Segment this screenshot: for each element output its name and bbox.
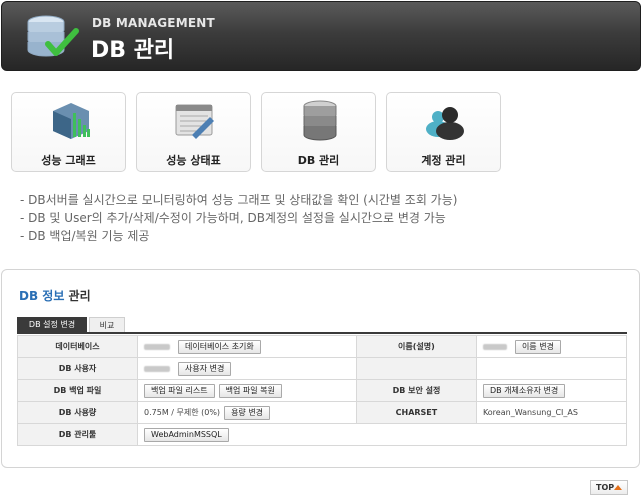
- menu-tile-label: DB 관리: [297, 154, 340, 167]
- tab-divider: [17, 332, 627, 334]
- scroll-top-button[interactable]: TOP: [590, 480, 628, 495]
- panel-title: DB 정보 관리: [19, 287, 91, 304]
- change-owner-button[interactable]: DB 개체소유자 변경: [482, 383, 566, 398]
- menu-tile-label: 계정 관리: [421, 154, 466, 167]
- row-label: DB 사용자: [17, 357, 138, 380]
- db-info-table: 데이터베이스 데이터베이스 초기화 이름(설명) 이름 변경 DB 사용자 사용…: [17, 335, 628, 446]
- page-title: DB 관리: [91, 38, 175, 63]
- change-capacity-button[interactable]: 용량 변경: [224, 405, 271, 420]
- redacted-value: [144, 365, 170, 372]
- tab-compare[interactable]: 비교: [89, 317, 125, 333]
- row-value: 데이터베이스 초기화: [137, 335, 357, 358]
- redacted-value: [144, 343, 170, 350]
- empty-cell: [475, 357, 628, 380]
- description-line: - DB 및 User의 추가/삭제/수정이 가능하며, DB계정의 설정을 실…: [20, 211, 446, 225]
- menu-tile-account-management[interactable]: 계정 관리: [386, 92, 501, 172]
- panel-title-highlight: DB 정보: [19, 289, 65, 303]
- row-value: WebAdminMSSQL: [137, 423, 627, 446]
- top-label: TOP: [596, 483, 615, 492]
- charset-value: Korean_Wansung_CI_AS: [475, 401, 628, 424]
- database-check-icon: [27, 15, 79, 57]
- performance-graph-icon: [53, 103, 90, 139]
- row-label: DB 사용량: [17, 401, 138, 424]
- row-label: DB 관리툴: [17, 423, 138, 446]
- database-icon: [303, 100, 337, 141]
- empty-cell: [355, 357, 477, 380]
- arrow-up-icon: [614, 485, 622, 490]
- table-row: DB 관리툴 WebAdminMSSQL: [17, 423, 627, 446]
- db-info-panel: DB 정보 관리 DB 설정 변경 비교 데이터베이스 데이터베이스 초기화 이…: [1, 269, 640, 468]
- menu-tile-db-management[interactable]: DB 관리: [261, 92, 376, 172]
- backup-list-button[interactable]: 백업 파일 리스트: [144, 383, 215, 398]
- table-row: DB 백업 파일 백업 파일 리스트 백업 파일 복원 DB 보안 설정 DB 개…: [17, 379, 628, 402]
- row-value: 사용자 변경: [137, 357, 357, 380]
- web-admin-button[interactable]: WebAdminMSSQL: [144, 427, 229, 442]
- row-label: 이름(설명): [355, 335, 477, 358]
- feature-description: - DB서버를 실시간으로 모니터링하여 성능 그래프 및 상태값을 확인 (시…: [20, 191, 457, 245]
- performance-status-icon: [175, 104, 214, 139]
- reset-database-button[interactable]: 데이터베이스 초기화: [178, 339, 261, 354]
- change-user-button[interactable]: 사용자 변경: [178, 361, 232, 376]
- menu-tile-label: 성능 상태표: [166, 154, 221, 167]
- row-value: 백업 파일 리스트 백업 파일 복원: [137, 379, 357, 402]
- menu-tile-label: 성능 그래프: [41, 154, 96, 167]
- page-header: DB MANAGEMENT DB 관리: [1, 1, 641, 71]
- table-row: 데이터베이스 데이터베이스 초기화 이름(설명) 이름 변경: [17, 335, 628, 358]
- header-subtitle: DB MANAGEMENT: [92, 16, 215, 30]
- description-line: - DB 백업/복원 기능 제공: [20, 229, 150, 243]
- row-label: 데이터베이스: [17, 335, 138, 358]
- row-label: DB 보안 설정: [355, 379, 477, 402]
- description-line: - DB서버를 실시간으로 모니터링하여 성능 그래프 및 상태값을 확인 (시…: [20, 193, 458, 207]
- tab-db-settings[interactable]: DB 설정 변경: [17, 317, 87, 333]
- account-icon: [426, 107, 464, 140]
- backup-restore-button[interactable]: 백업 파일 복원: [218, 383, 282, 398]
- row-label: DB 백업 파일: [17, 379, 138, 402]
- rename-button[interactable]: 이름 변경: [514, 339, 561, 354]
- row-label: CHARSET: [355, 401, 477, 424]
- row-value: 0.75M / 무제한 (0%) 용량 변경: [137, 401, 357, 424]
- usage-value: 0.75M / 무제한 (0%): [144, 408, 221, 417]
- menu-tile-performance-status[interactable]: 성능 상태표: [136, 92, 251, 172]
- row-value: 이름 변경: [475, 335, 628, 358]
- table-row: DB 사용자 사용자 변경: [17, 357, 628, 380]
- row-value: DB 개체소유자 변경: [475, 379, 628, 402]
- redacted-value: [482, 343, 507, 350]
- panel-title-rest: 관리: [64, 289, 91, 303]
- menu-tile-performance-graph[interactable]: 성능 그래프: [11, 92, 126, 172]
- table-row: DB 사용량 0.75M / 무제한 (0%) 용량 변경 CHARSET Kor…: [17, 401, 628, 424]
